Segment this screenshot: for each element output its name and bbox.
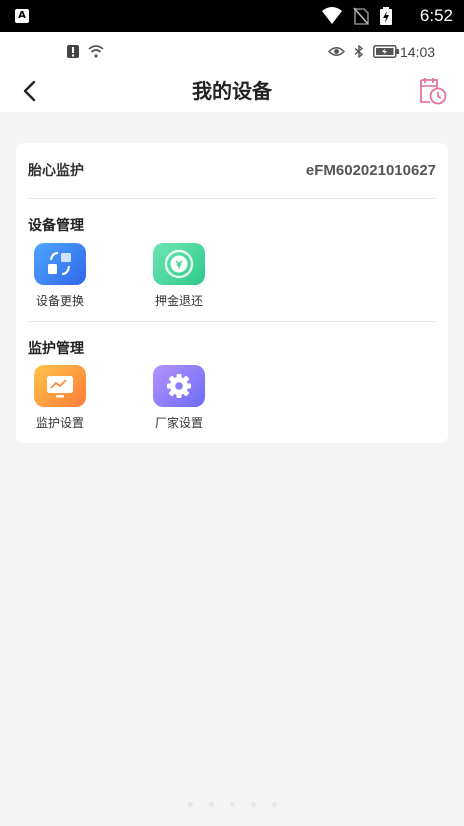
divider [28,321,436,322]
divider [28,198,436,199]
navigation-bar: 我的设备 [0,72,464,112]
monitor-settings-icon [34,365,86,407]
tile-label: 设备更换 [35,294,84,308]
page-indicator [0,792,464,811]
history-icon[interactable] [416,76,448,106]
tile-manufacturer-settings[interactable]: 厂家设置 [139,365,219,431]
system-status-bar: A 6:52 [0,0,464,32]
page-dot [229,802,235,807]
no-sim-icon [353,7,369,25]
wifi-icon [321,7,342,24]
page-dot [250,802,256,807]
device-status-bar: 14:03 [0,32,464,72]
tile-refund-deposit[interactable]: 押金退还 [139,243,219,309]
tile-replace-device[interactable]: 设备更换 [20,243,100,309]
page-dot [208,802,214,807]
battery-charging-icon [380,7,392,25]
tile-label: 厂家设置 [154,416,203,430]
tile-label: 押金退还 [154,294,203,308]
wifi-icon [88,45,104,58]
fetal-monitor-label: 胎心监护 [28,163,84,179]
tile-label: 监护设置 [35,416,84,430]
system-icons [316,7,392,25]
device-card: 胎心监护 eFM602021010627 设备管理 设备更换 押金退还 监护管理 [16,143,448,443]
section-title-device-management: 设备管理 [28,218,84,234]
tile-monitor-settings[interactable]: 监护设置 [20,365,100,431]
device-id: eFM602021010627 [305,162,436,179]
gear-icon [153,365,205,407]
device-time: 14:03 [400,44,436,60]
alert-icon [67,45,79,58]
app-notification-icon: A [15,9,29,23]
section-title-monitor-management: 监护管理 [28,341,84,357]
page-dot [187,802,193,807]
swap-device-icon [34,243,86,285]
fetal-monitor-row[interactable]: 胎心监护 eFM602021010627 [28,157,436,185]
battery-icon [373,45,400,58]
eye-icon [327,47,346,56]
page-title: 我的设备 [192,79,272,103]
deposit-refund-icon [153,243,205,285]
bluetooth-icon [354,44,364,59]
system-clock: 6:52 [419,6,453,25]
page-dot [271,802,277,807]
